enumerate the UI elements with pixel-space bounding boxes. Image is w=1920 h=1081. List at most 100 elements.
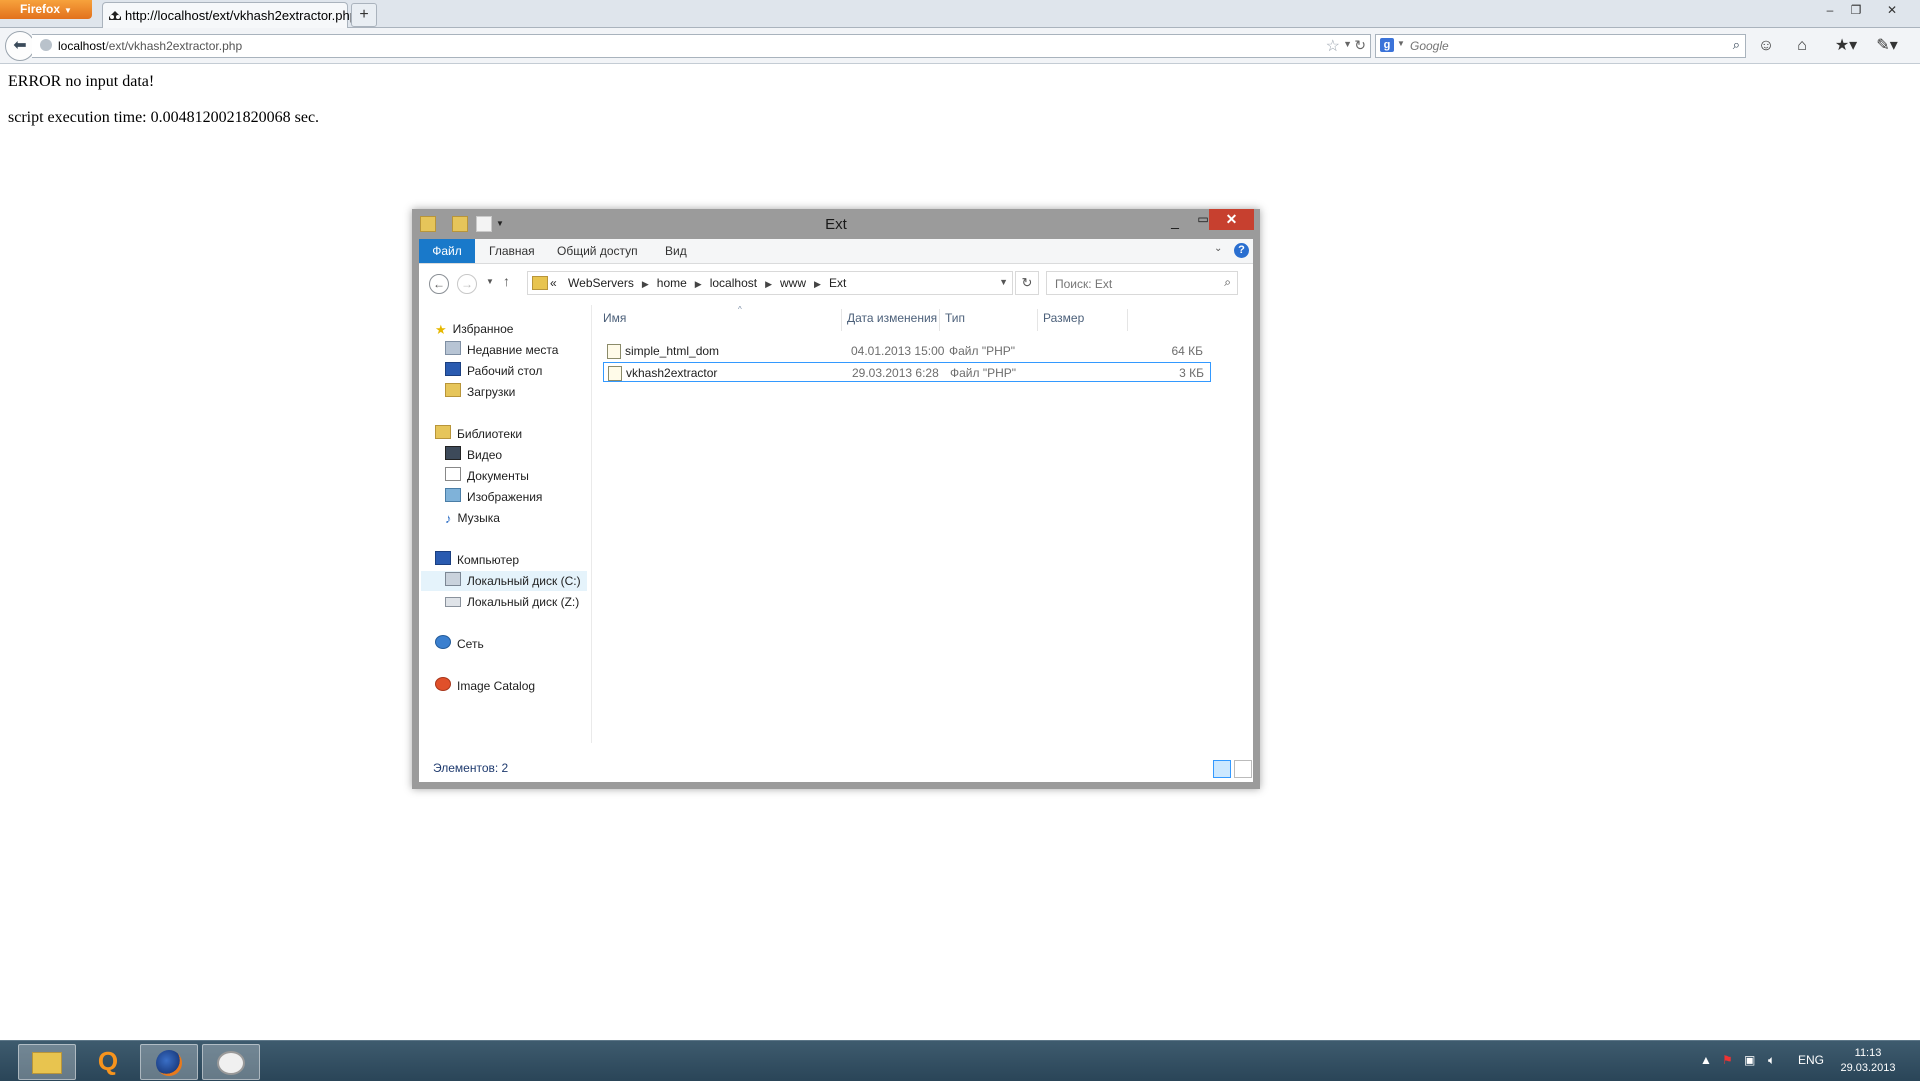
nav-music[interactable]: ♪ Музыка xyxy=(445,508,500,528)
nav-label: Музыка xyxy=(457,511,500,525)
tab-file[interactable]: Файл xyxy=(419,239,475,263)
nav-video[interactable]: Видео xyxy=(445,445,502,465)
chevron-right-icon[interactable]: ▶ xyxy=(814,279,821,289)
nav-disk-z[interactable]: Локальный диск (Z:) xyxy=(445,592,579,612)
nav-label: Локальный диск (Z:) xyxy=(467,595,580,609)
nav-favorites[interactable]: ★ Избранное xyxy=(435,319,513,339)
breadcrumb-ext[interactable]: Ext xyxy=(829,276,846,290)
file-date: 29.03.2013 6:28 xyxy=(852,366,939,380)
column-name[interactable]: Имя xyxy=(603,311,626,325)
back-button[interactable]: ⬅ xyxy=(5,31,35,61)
chevron-right-icon[interactable]: ▶ xyxy=(642,279,649,289)
home-icon[interactable]: ⌂ xyxy=(1792,36,1812,56)
search-icon[interactable]: ⌕ xyxy=(1733,37,1740,53)
tab-view[interactable]: Вид xyxy=(665,239,687,263)
music-note-icon: ♪ xyxy=(445,511,452,526)
explorer-search-input[interactable] xyxy=(1053,275,1207,293)
column-divider[interactable] xyxy=(841,309,842,331)
nav-recent-places[interactable]: Недавние места xyxy=(445,340,558,360)
help-icon[interactable]: ? xyxy=(1234,243,1249,258)
search-input[interactable] xyxy=(1408,37,1712,55)
breadcrumb-www[interactable]: www xyxy=(780,276,806,290)
recent-locations-icon[interactable]: ▼ xyxy=(486,277,494,286)
column-divider[interactable] xyxy=(1037,309,1038,331)
show-hidden-icons-icon[interactable]: ▲ xyxy=(1700,1053,1712,1067)
item-count: Элементов: 2 xyxy=(433,761,509,775)
chevron-right-icon[interactable]: ▶ xyxy=(695,279,702,289)
close-window-button[interactable]: ✕ xyxy=(1882,2,1902,18)
chevron-right-icon[interactable]: ▶ xyxy=(765,279,772,289)
google-engine-icon[interactable]: g xyxy=(1380,38,1394,52)
minimize-button[interactable]: – xyxy=(1820,2,1840,18)
nav-image-catalog[interactable]: Image Catalog xyxy=(435,676,535,696)
firefox-taskbar-button[interactable] xyxy=(140,1044,198,1080)
folder-icon xyxy=(532,276,548,290)
tab-share[interactable]: Общий доступ xyxy=(557,239,638,263)
details-view-icon[interactable] xyxy=(1213,760,1231,778)
nav-label: Документы xyxy=(467,469,529,483)
volume-icon[interactable]: 🔈︎ xyxy=(1768,1053,1775,1068)
nav-desktop[interactable]: Рабочий стол xyxy=(445,361,542,381)
bookmark-star-icon[interactable]: ☆ xyxy=(1326,36,1340,56)
column-divider[interactable] xyxy=(1127,309,1128,331)
file-date: 04.01.2013 15:00 xyxy=(851,344,945,358)
breadcrumb-localhost[interactable]: localhost xyxy=(710,276,757,290)
clock[interactable]: 11:13 29.03.2013 xyxy=(1838,1046,1898,1076)
address-bar[interactable]: localhost/ext/vkhash2extractor.php ☆ ▼ ↻ xyxy=(32,34,1371,58)
nav-downloads[interactable]: Загрузки xyxy=(445,382,515,402)
forward-button[interactable]: → xyxy=(457,274,477,294)
nav-label: Видео xyxy=(467,448,503,462)
file-row[interactable]: simple_html_dom 04.01.2013 15:00 Файл "P… xyxy=(603,341,1209,361)
breadcrumb-overflow[interactable]: « xyxy=(550,276,557,290)
explorer-address-bar[interactable]: « WebServers ▶ home ▶ localhost ▶ www ▶ Ext ▼ xyxy=(527,271,1013,295)
browser-tab[interactable]: http://localhost/ext/vkhash2extractor.ph… xyxy=(102,2,357,28)
large-icons-view-icon[interactable] xyxy=(1234,760,1252,778)
computer-icon xyxy=(435,551,451,565)
column-divider[interactable] xyxy=(939,309,940,331)
breadcrumb-webservers[interactable]: WebServers xyxy=(568,276,634,290)
nav-computer[interactable]: Компьютер xyxy=(435,550,519,570)
nav-libraries[interactable]: Библиотеки xyxy=(435,424,522,444)
ribbon-expand-icon[interactable]: ⌄ xyxy=(1214,243,1222,254)
paint-taskbar-button[interactable] xyxy=(202,1044,260,1080)
nav-network[interactable]: Сеть xyxy=(435,634,484,654)
nav-label: Загрузки xyxy=(467,385,516,399)
column-size[interactable]: Размер xyxy=(1043,311,1084,325)
column-type[interactable]: Тип xyxy=(945,311,965,325)
history-dropdown-icon[interactable]: ▼ xyxy=(1343,39,1352,49)
up-arrow-icon[interactable]: ↑ xyxy=(503,273,510,289)
new-tab-button[interactable]: + xyxy=(351,3,377,27)
network-tray-icon[interactable]: ▣ xyxy=(1744,1053,1755,1067)
nav-pictures[interactable]: Изображения xyxy=(445,487,542,507)
close-button[interactable]: ✕ xyxy=(1209,209,1254,230)
nav-documents[interactable]: Документы xyxy=(445,466,529,486)
breadcrumb-home[interactable]: home xyxy=(657,276,687,290)
nav-disk-c[interactable]: Локальный диск (C:) xyxy=(421,571,587,591)
file-type: Файл "PHP" xyxy=(949,344,1016,358)
engine-dropdown-icon[interactable]: ▼ xyxy=(1397,39,1405,48)
back-button[interactable]: ← xyxy=(429,274,449,294)
addon-icon[interactable]: ☺ xyxy=(1756,36,1776,56)
qip-taskbar-button[interactable]: Q xyxy=(80,1044,136,1078)
explorer-titlebar[interactable]: ▼ Ext _ ▭ ✕ xyxy=(412,209,1260,239)
language-indicator[interactable]: ENG xyxy=(1798,1053,1824,1067)
refresh-button[interactable]: ↻ xyxy=(1015,271,1039,295)
bookmarks-menu-icon[interactable]: ★▾ xyxy=(1830,36,1862,56)
address-dropdown-icon[interactable]: ▼ xyxy=(999,277,1008,287)
file-explorer-taskbar-button[interactable] xyxy=(18,1044,76,1080)
tab-home[interactable]: Главная xyxy=(489,239,535,263)
column-date[interactable]: Дата изменения xyxy=(847,311,937,325)
address-row: ← → ▼ ↑ « WebServers ▶ home ▶ localhost ▶ www ▶… xyxy=(419,264,1253,304)
action-center-flag-icon[interactable]: ⚑ xyxy=(1722,1053,1733,1067)
site-identity-icon[interactable] xyxy=(40,39,52,51)
arrow-left-icon: ⬅ xyxy=(13,37,27,54)
reload-icon[interactable]: ↻ xyxy=(1354,37,1366,54)
minimize-button[interactable]: _ xyxy=(1162,214,1188,232)
firefox-menu-button[interactable]: Firefox ▼ xyxy=(0,0,92,19)
restore-button[interactable]: ❐ xyxy=(1846,2,1866,18)
file-row[interactable]: vkhash2extractor 29.03.2013 6:28 Файл "P… xyxy=(603,362,1211,382)
nav-label: Компьютер xyxy=(457,553,520,567)
explorer-search-box[interactable]: ⌕ xyxy=(1046,271,1238,295)
tools-icon[interactable]: ✎▾ xyxy=(1874,36,1900,56)
search-box[interactable]: g ▼ ⌕ xyxy=(1375,34,1746,58)
